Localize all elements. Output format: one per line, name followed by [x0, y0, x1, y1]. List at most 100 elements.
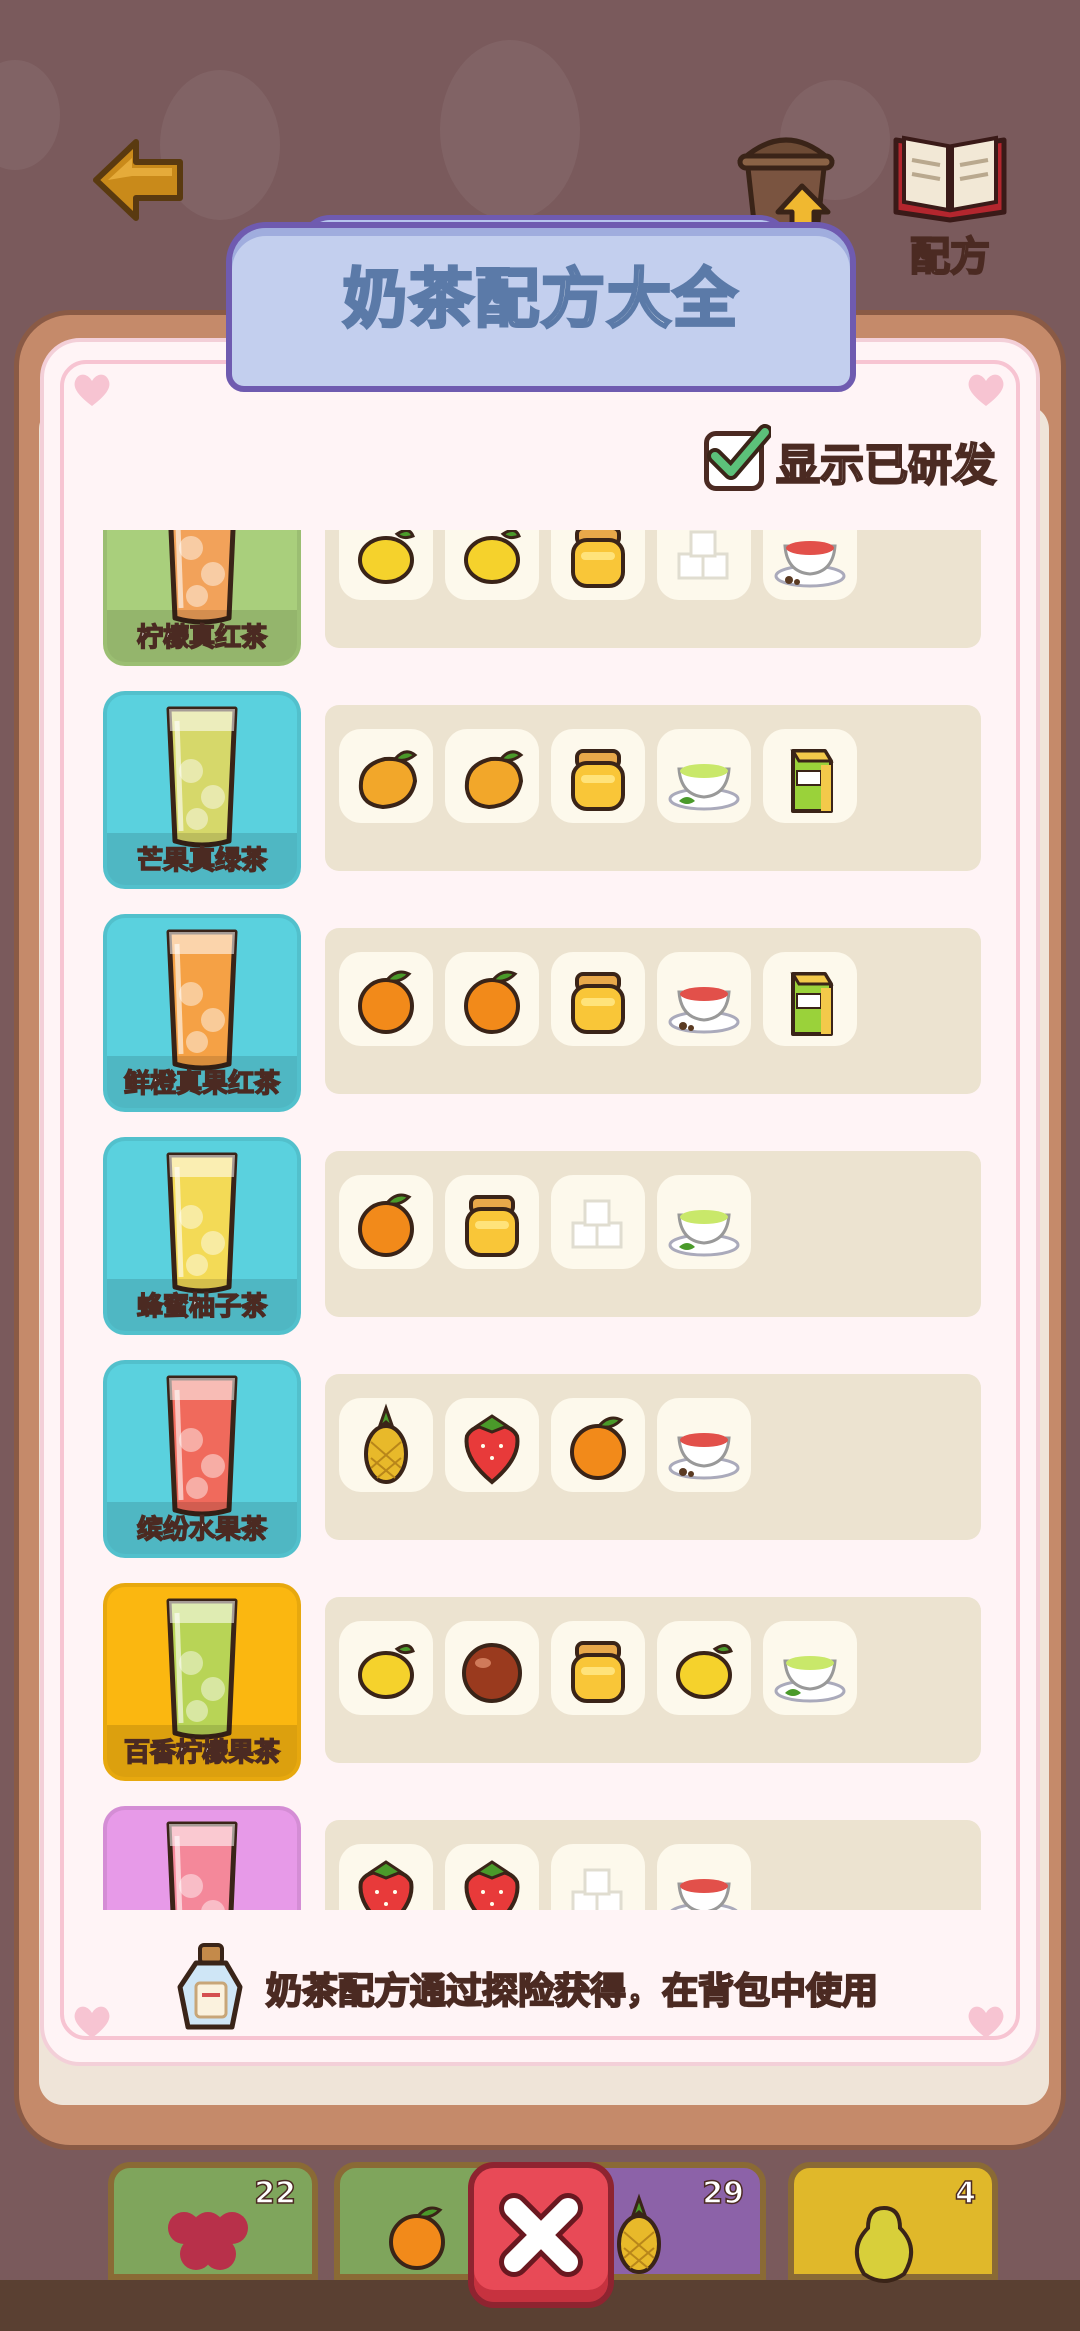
ingredient-slot [657, 1844, 751, 1910]
close-icon [499, 2193, 583, 2277]
passion-fruit-icon [462, 1643, 522, 1703]
drink-name: 芒果真绿茶 [136, 845, 268, 877]
back-arrow-icon [93, 139, 183, 221]
drink-name: 百香柠檬果茶 [123, 1737, 281, 1769]
drink-card[interactable]: 百香柠檬果茶 [103, 1583, 301, 1781]
ingredient-slot [339, 952, 433, 1046]
inventory-count: 4 [954, 2175, 976, 2212]
mango-icon [358, 750, 418, 810]
lemon-icon [358, 530, 415, 584]
drink-card[interactable]: 缤纷水果茶 [103, 1360, 301, 1558]
drink-name: 蜂蜜柚子茶 [136, 1291, 268, 1323]
ingredient-slot [339, 1175, 433, 1269]
show-developed-toggle[interactable]: 显示已研发 [704, 424, 997, 494]
orange-icon [464, 970, 520, 1034]
ingredient-slot [445, 1844, 539, 1910]
recipe-row[interactable]: 缤纷水果茶 [95, 1360, 995, 1560]
ingredient-slot [763, 952, 857, 1046]
ingredient-slot [551, 1621, 645, 1715]
drink-card[interactable]: 芒果真绿茶 [103, 691, 301, 889]
recipe-row[interactable]: 鲜橙真果红茶 [95, 914, 995, 1114]
checkmark-icon [707, 424, 771, 480]
ingredient-slot [657, 1621, 751, 1715]
red-tea-icon [668, 1433, 740, 1480]
lemon-icon [464, 530, 521, 584]
sugar-cubes-icon [571, 1199, 623, 1249]
ingredient-slot [339, 1621, 433, 1715]
heart-icon [74, 2006, 110, 2038]
book-icon [893, 135, 1007, 223]
recipe-book-button[interactable]: 配方 [890, 128, 1010, 281]
heart-icon [74, 374, 110, 406]
show-developed-label: 显示已研发 [775, 439, 997, 492]
strawberry-icon [358, 1860, 414, 1910]
ingredient-slot [551, 1844, 645, 1910]
milk-carton-icon [790, 972, 834, 1036]
drink-card[interactable]: 蜂蜜柚子茶 [103, 1137, 301, 1335]
drink-name: 鲜橙真果红茶 [123, 1068, 281, 1100]
strawberry-icon [464, 1860, 520, 1910]
honey-jar-icon [465, 1195, 519, 1257]
strawberry-icon [464, 1414, 520, 1485]
orange-icon [570, 1416, 626, 1480]
ingredient-slot [551, 729, 645, 823]
mango-icon [464, 750, 524, 810]
back-button[interactable] [88, 130, 188, 230]
milk-carton-icon [790, 749, 834, 813]
honey-jar-icon [571, 530, 625, 588]
ingredient-slot [339, 1844, 433, 1910]
ingredient-slot [657, 1398, 751, 1492]
ingredient-bar [325, 1597, 981, 1763]
ingredient-slot [551, 1175, 645, 1269]
honey-jar-icon [571, 749, 625, 811]
honey-jar-icon [571, 1641, 625, 1703]
inventory-slot[interactable]: 22 [108, 2162, 318, 2280]
recipe-row[interactable] [95, 1806, 995, 1910]
show-developed-checkbox[interactable] [704, 424, 771, 491]
drink-card[interactable] [103, 1806, 301, 1910]
lemon-icon [358, 1644, 415, 1699]
recipe-row[interactable]: 芒果真绿茶 [95, 691, 995, 891]
ingredient-slot [339, 1398, 433, 1492]
sugar-cubes-icon [677, 530, 729, 580]
orange-icon [358, 1193, 414, 1257]
inventory-slot[interactable]: 4 [788, 2162, 998, 2283]
ingredient-slot [445, 1398, 539, 1492]
ingredient-bar [325, 705, 981, 871]
ingredient-slot [657, 1175, 751, 1269]
ingredient-slot [763, 530, 857, 600]
drink-glass-icon [166, 1375, 238, 1517]
ingredient-bar [325, 928, 981, 1094]
ingredient-slot [657, 729, 751, 823]
recipe-row[interactable]: 百香柠檬果茶 [95, 1583, 995, 1783]
drink-card[interactable]: 柠檬真红茶 [103, 530, 301, 666]
lemon-icon [676, 1644, 733, 1699]
ingredient-slot [657, 530, 751, 600]
ingredient-slot [339, 729, 433, 823]
ingredient-slot [551, 1398, 645, 1492]
green-tea-icon [668, 764, 740, 811]
red-tea-icon [670, 1879, 738, 1910]
red-tea-icon [774, 541, 846, 588]
heart-icon [968, 374, 1004, 406]
close-button[interactable] [468, 2162, 614, 2308]
drink-glass-icon [166, 929, 238, 1071]
recipe-label: 配方 [909, 233, 991, 281]
drink-card[interactable]: 鲜橙真果红茶 [103, 914, 301, 1112]
ingredient-slot [445, 1175, 539, 1269]
ingredient-slot [657, 952, 751, 1046]
orange-icon [358, 970, 414, 1034]
recipe-row[interactable]: 蜂蜜柚子茶 [95, 1137, 995, 1337]
honey-jar-icon [571, 972, 625, 1034]
recipe-list[interactable]: 柠檬真红茶芒果真绿茶鲜橙真果红茶 蜂蜜柚子茶缤纷水果茶百香柠檬果茶 [95, 530, 995, 1910]
recipe-row[interactable]: 柠檬真红茶 [95, 530, 995, 668]
ingredient-bar [325, 1151, 981, 1317]
ingredient-slot [763, 1621, 857, 1715]
drink-name: 柠檬真红茶 [136, 622, 268, 654]
ingredient-slot [551, 530, 645, 600]
ingredient-slot [763, 729, 857, 823]
green-tea-icon [774, 1656, 846, 1703]
message-bottle-icon [177, 1943, 243, 2030]
ingredient-bar [325, 1374, 981, 1540]
ingredient-slot [445, 729, 539, 823]
